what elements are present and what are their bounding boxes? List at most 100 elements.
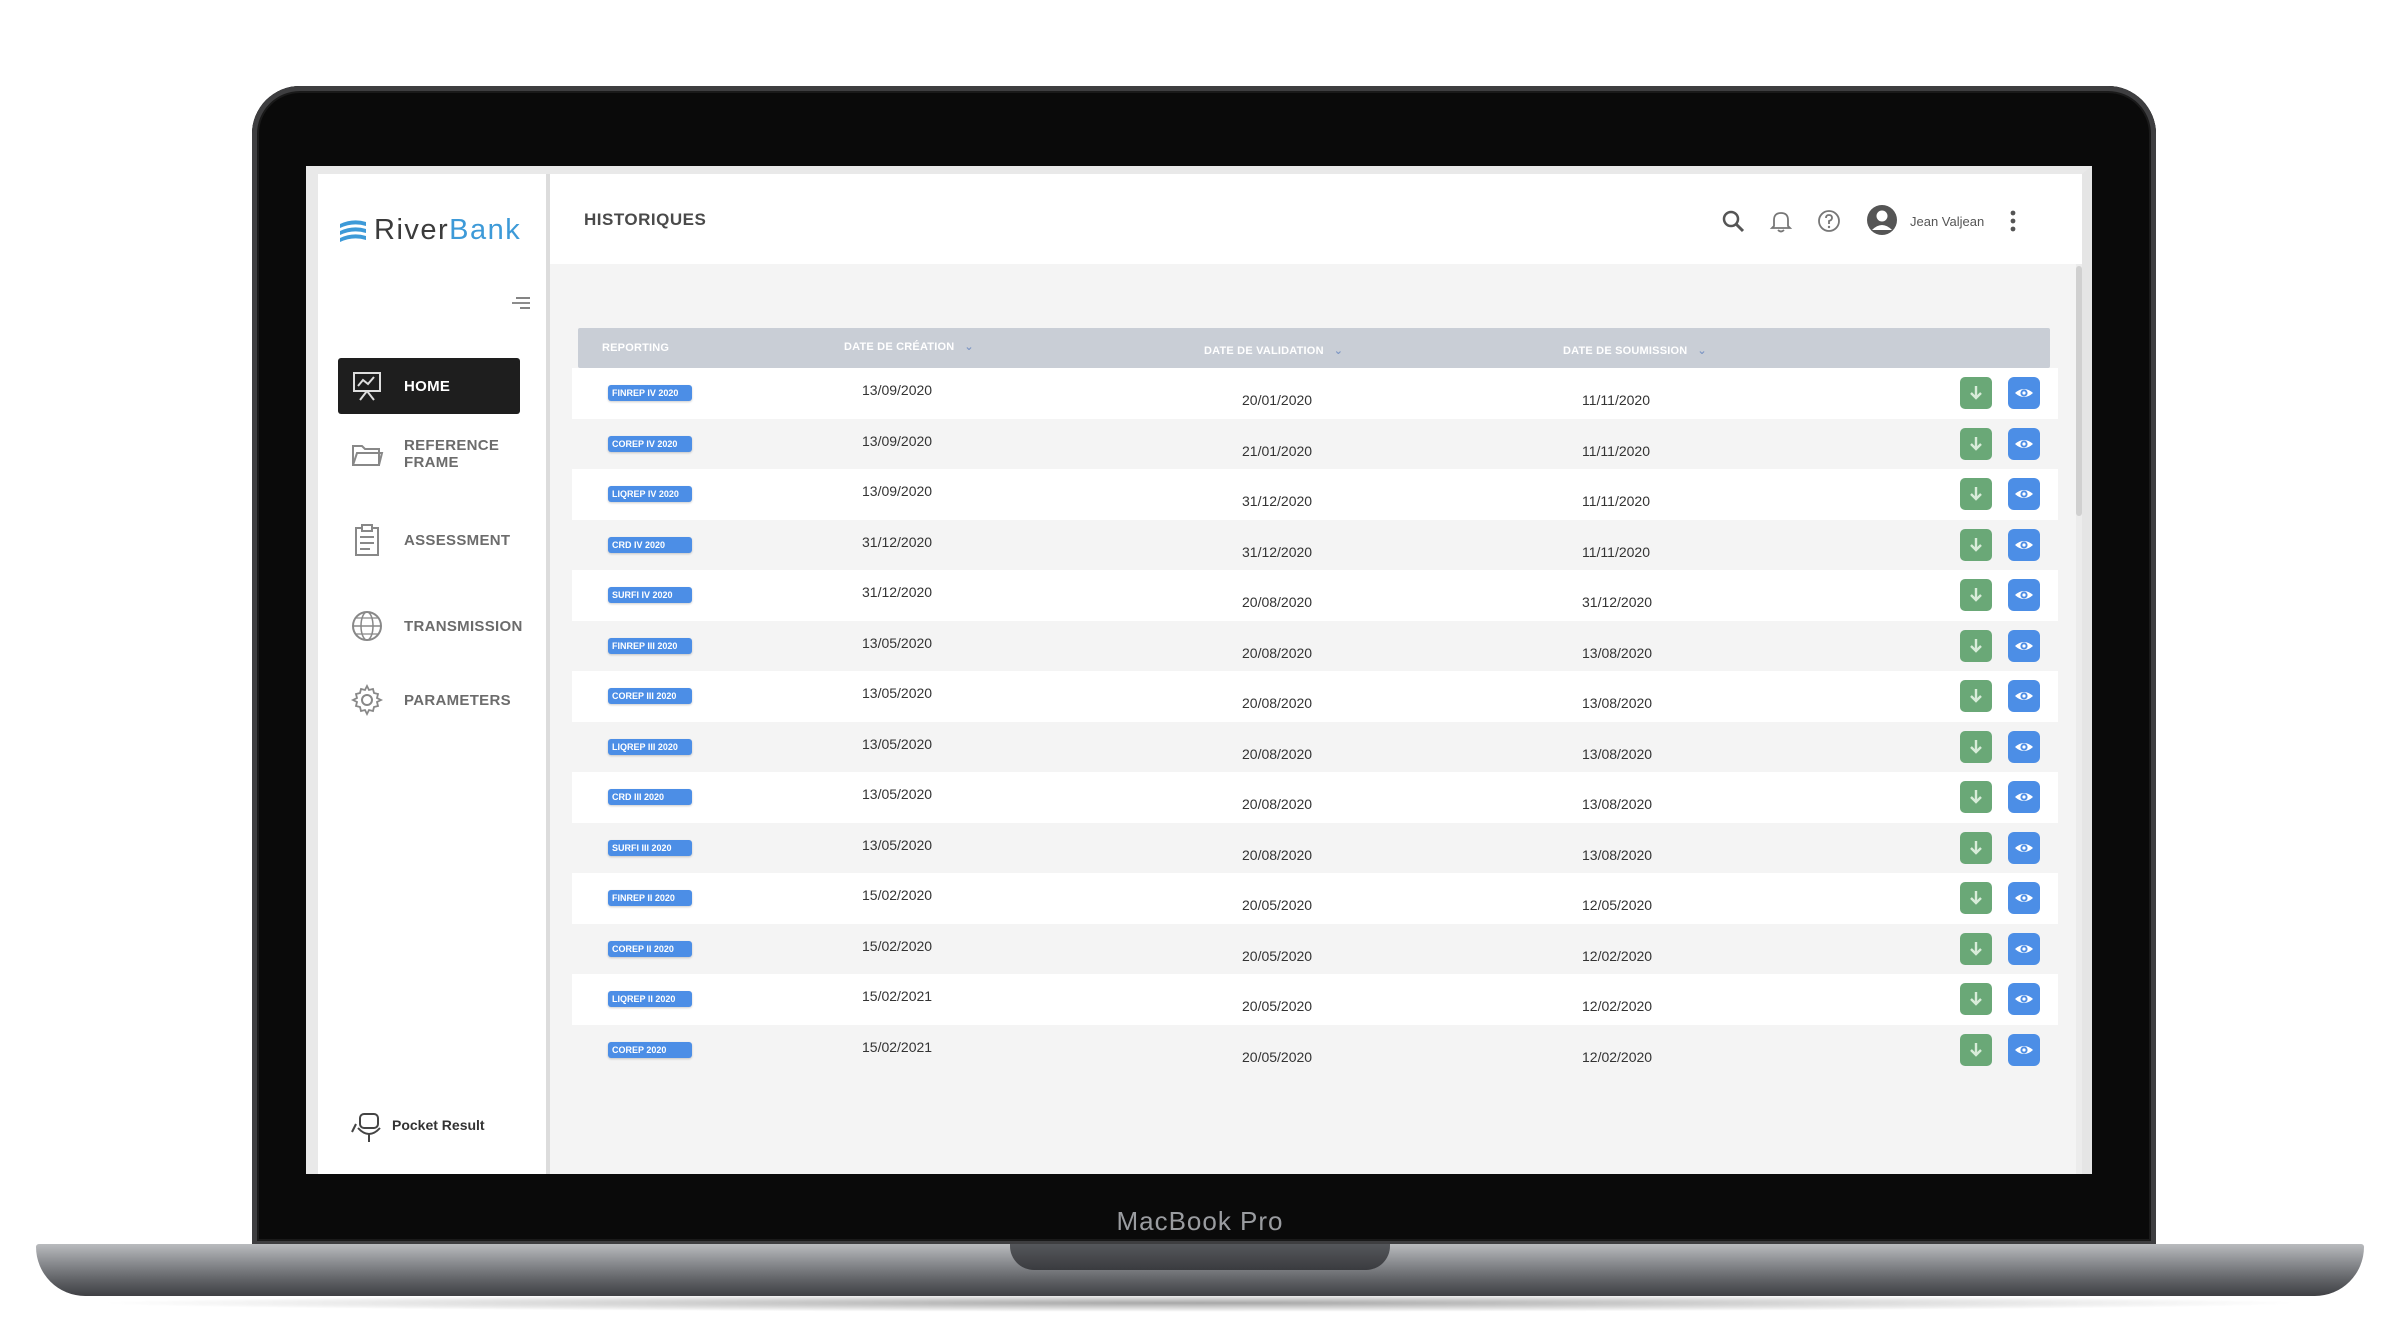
table-row: LIQREP III 2020 13/05/2020 20/08/2020 13/08… [572,721,2058,772]
download-button[interactable] [1960,377,1992,409]
view-button[interactable] [2008,528,2040,561]
sidebar-item-home[interactable]: HOME [338,358,520,414]
download-icon [1970,840,1982,855]
date-creation-cell: 15/02/2020 [862,887,933,903]
download-button[interactable] [1960,478,1992,510]
table-row: SURFI III 2020 13/05/2020 20/08/2020 13/08/… [572,822,2058,873]
chevron-down-icon[interactable]: ⌄ [1334,344,1343,357]
download-button[interactable] [1960,983,1992,1015]
user-name[interactable]: Jean Valjean [1910,214,1984,229]
view-button[interactable] [2008,882,2040,914]
view-button[interactable] [2008,730,2040,763]
column-header-label: DATE DE CRÉATION [844,341,955,353]
pocket-result-label: Pocket Result [392,1117,485,1133]
download-button[interactable] [1960,730,1992,763]
reporting-badge[interactable]: COREP II 2020 [608,940,692,957]
reporting-badge[interactable]: LIQREP II 2020 [608,991,692,1007]
view-button[interactable] [2008,831,2040,864]
sidebar-item-parameters[interactable]: PARAMETERS [338,672,520,728]
download-icon [1970,537,1982,552]
page-title: HISTORIQUES [584,210,707,229]
laptop-shadow [90,1294,2310,1312]
brand-logo[interactable]: RiverBank [338,214,521,247]
reporting-badge[interactable]: SURFI IV 2020 [608,587,692,603]
chevron-down-icon[interactable]: ⌄ [964,340,973,353]
download-button[interactable] [1960,1033,1992,1066]
reporting-badge[interactable]: COREP 2020 [608,1041,692,1058]
table-row: FINREP III 2020 13/05/2020 20/08/2020 13/08… [572,620,2058,671]
table-row: LIQREP IV 2020 13/09/2020 31/12/2020 11/11/… [572,469,2058,520]
sidebar-item-label: PARAMETERS [404,691,511,709]
date-creation-cell: 13/05/2020 [862,836,933,853]
reporting-badge[interactable]: FINREP III 2020 [608,637,692,654]
view-button[interactable] [2008,629,2040,662]
reporting-badge[interactable]: COREP IV 2020 [608,435,692,452]
table-row: FINREP II 2020 15/02/2020 20/05/2020 12/05/… [572,873,2058,924]
view-button[interactable] [2008,579,2040,611]
view-button[interactable] [2008,932,2040,965]
download-icon [1970,790,1982,804]
reporting-badge[interactable]: COREP III 2020 [608,688,692,704]
sidebar-item-label: ASSESSMENT [404,531,511,549]
table-header: REPORTING DATE DE CRÉATION ⌄ DATE DE VALI… [578,328,2050,368]
column-header-date-creation[interactable]: DATE DE CRÉATION ⌄ [844,340,974,353]
download-button[interactable] [1960,528,1992,561]
date-soumission-cell: 11/11/2020 [1582,543,1650,560]
avatar[interactable] [1866,204,1898,236]
riverbank-logo-icon [340,219,366,242]
reporting-badge[interactable]: LIQREP IV 2020 [608,486,692,502]
download-button[interactable] [1960,680,1992,712]
help-icon[interactable] [1816,208,1842,234]
bell-icon[interactable] [1768,208,1794,234]
sidebar-item-assessment[interactable]: ASSESSMENT [338,512,520,568]
download-button[interactable] [1960,629,1992,662]
sidebar-item-label: REFERENCE FRAME [404,437,500,471]
download-button[interactable] [1960,427,1992,460]
device-label: MacBook Pro [1116,1206,1284,1236]
reporting-badge[interactable]: FINREP IV 2020 [608,385,692,401]
sidebar-item-transmission[interactable]: TRANSMISSION [338,598,523,654]
reporting-badge[interactable]: FINREP II 2020 [608,890,692,906]
sidebar-item-reference-frame[interactable]: REFERENCE FRAME [338,426,520,482]
download-button[interactable] [1960,831,1992,864]
menu-collapse-icon[interactable] [510,294,532,312]
chevron-down-icon[interactable]: ⌄ [1697,344,1706,357]
download-icon [1970,386,1982,400]
view-button[interactable] [2008,1033,2040,1066]
view-button[interactable] [2008,781,2040,813]
column-header-date-validation[interactable]: DATE DE VALIDATION ⌄ [1204,344,1343,357]
date-soumission-cell: 13/08/2020 [1582,644,1653,661]
date-validation-cell: 20/08/2020 [1242,846,1313,863]
column-header-reporting[interactable]: REPORTING [602,342,669,354]
view-button[interactable] [2008,983,2040,1015]
view-button[interactable] [2008,377,2040,409]
gear-icon [350,683,384,717]
download-button[interactable] [1960,932,1992,965]
view-button[interactable] [2008,478,2040,510]
search-icon[interactable] [1720,208,1746,234]
reporting-badge[interactable]: SURFI III 2020 [608,839,692,856]
reporting-badge[interactable]: LIQREP III 2020 [608,738,692,755]
view-button[interactable] [2008,680,2040,712]
scrollbar-thumb[interactable] [2076,266,2082,516]
column-header-label: DATE DE SOUMISSION [1563,345,1688,357]
date-soumission-cell: 13/08/2020 [1582,796,1653,812]
sidebar: RiverBank HOME REFERENCE FRAME ASSESSMEN… [318,174,550,1174]
history-table: REPORTING DATE DE CRÉATION ⌄ DATE DE VALI… [572,328,2058,1075]
more-options-icon[interactable] [2006,208,2020,234]
download-button[interactable] [1960,882,1992,914]
view-button[interactable] [2008,427,2040,460]
date-soumission-cell: 12/02/2020 [1582,947,1653,964]
app-screen: RiverBank HOME REFERENCE FRAME ASSESSMEN… [306,166,2092,1174]
reporting-badge[interactable]: CRD III 2020 [608,789,692,805]
date-creation-cell: 13/09/2020 [862,483,933,499]
reporting-badge[interactable]: CRD IV 2020 [608,536,692,553]
download-button[interactable] [1960,781,1992,813]
pocket-result-link[interactable]: Pocket Result [350,1106,485,1144]
download-icon [1970,588,1982,602]
sidebar-item-label: TRANSMISSION [404,617,523,635]
date-validation-cell: 20/08/2020 [1242,745,1313,762]
eye-icon [2015,843,2033,852]
column-header-date-soumission[interactable]: DATE DE SOUMISSION ⌄ [1563,344,1707,357]
download-button[interactable] [1960,579,1992,611]
